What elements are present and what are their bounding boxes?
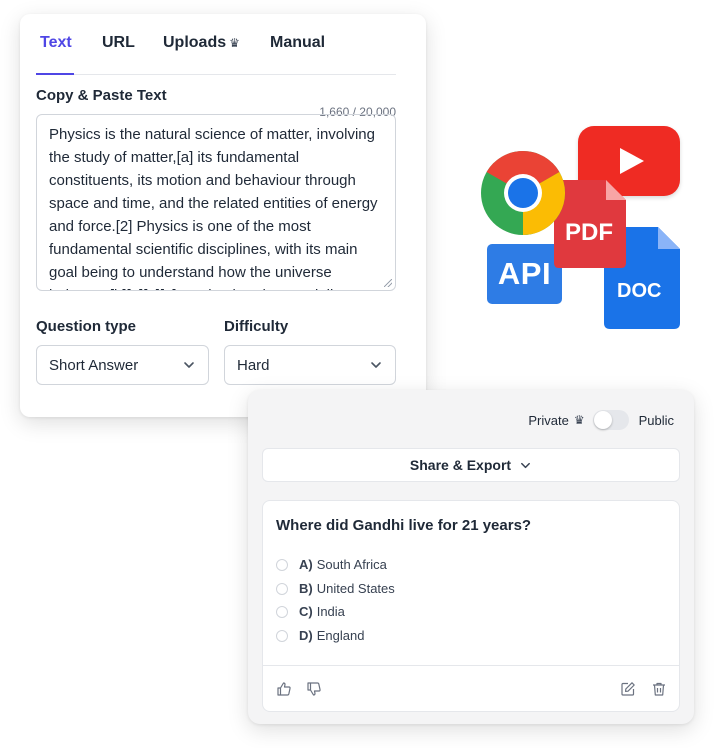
difficulty-label: Difficulty [224,318,289,335]
radio-button[interactable] [276,629,288,642]
option-letter: A) [299,557,313,572]
tab-text[interactable]: Text [40,34,72,52]
chevron-down-icon [371,362,381,368]
question-text: Where did Gandhi live for 21 years? [276,517,532,534]
radio-button[interactable] [276,558,288,571]
share-export-button[interactable]: Share & Export [262,448,680,482]
option-c[interactable]: C) India [276,604,345,619]
trash-icon[interactable] [651,681,667,697]
doc-label: DOC [617,280,662,302]
crown-icon: ♛ [573,413,585,427]
option-text: India [316,604,345,619]
visibility-switch: Private ♛ Public [528,410,674,430]
option-text: South Africa [316,557,387,572]
text-input[interactable]: Physics is the natural science of matter… [36,114,396,291]
option-d[interactable]: D) England [276,628,364,643]
api-label: API [497,256,552,291]
public-label: Public [638,412,674,428]
question-type-value: Short Answer [49,356,139,374]
option-letter: D) [299,628,313,643]
resize-handle[interactable] [384,279,392,287]
option-text: United States [316,581,395,596]
section-title: Copy & Paste Text [36,87,167,104]
play-icon [620,148,644,174]
difficulty-value: Hard [237,356,270,374]
toggle-knob [593,411,612,429]
question-type-select[interactable]: Short Answer [36,345,209,385]
chevron-down-icon [184,362,194,368]
question-card: Where did Gandhi live for 21 years? A) S… [262,500,680,712]
thumbs-down-icon[interactable] [306,681,322,697]
question-type-label: Question type [36,318,137,335]
private-label: Private [528,412,569,428]
input-panel: Text URL Uploads ♛ Manual Copy & Paste Te… [20,14,426,417]
api-icon: API [487,244,562,304]
visibility-toggle[interactable] [592,410,629,430]
difficulty-select[interactable]: Hard [224,345,396,385]
option-text: England [316,628,365,643]
pdf-label: PDF [565,219,613,246]
tab-uploads[interactable]: Uploads ♛ [163,34,240,52]
option-a[interactable]: A) South Africa [276,557,387,572]
crown-icon: ♛ [229,36,240,50]
radio-button[interactable] [276,582,288,595]
question-footer [263,665,679,711]
share-export-label: Share & Export [409,457,512,473]
chevron-down-icon [521,462,531,468]
chrome-icon [481,150,566,235]
option-letter: B) [299,581,313,596]
text-input-value: Physics is the natural science of matter… [49,126,378,290]
option-b[interactable]: B) United States [276,581,395,596]
radio-button[interactable] [276,605,288,618]
tab-manual[interactable]: Manual [270,34,325,52]
thumbs-up-icon[interactable] [276,681,292,697]
source-tabs: Text URL Uploads ♛ Manual [36,32,396,75]
quiz-panel: Private ♛ Public Share & Export Where di… [248,390,694,724]
option-letter: C) [299,604,313,619]
tab-uploads-label: Uploads [163,34,227,51]
tab-url[interactable]: URL [102,34,135,52]
edit-icon[interactable] [620,681,636,697]
active-tab-indicator [36,73,74,75]
